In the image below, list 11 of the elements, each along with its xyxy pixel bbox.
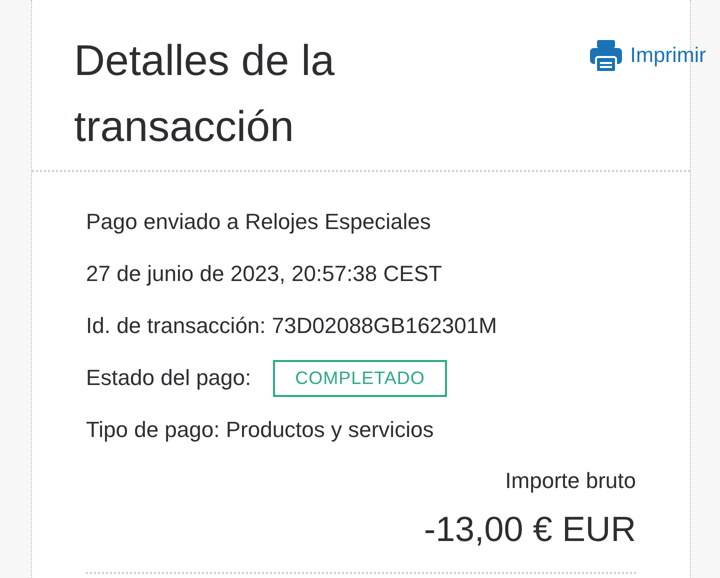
status-badge: COMPLETADO	[273, 360, 447, 396]
page-title: Detalles de la transacción	[74, 36, 336, 153]
detail-text: Id. de transacción: 73D02088GB162301M	[86, 312, 498, 340]
amount-value: -13,00 € EUR	[422, 509, 636, 551]
detail-text: 27 de junio de 2023, 20:57:38 CEST	[86, 260, 443, 288]
printer-icon	[588, 38, 624, 74]
status-label: Estado del pago:	[86, 365, 252, 391]
detail-text: Tipo de pago: Productos y servicios	[86, 416, 435, 444]
amount-label: Importe bruto	[504, 467, 636, 495]
detail-text: Pago enviado a Relojes Especiales	[86, 208, 432, 236]
print-link[interactable]: Imprimir	[588, 38, 706, 74]
